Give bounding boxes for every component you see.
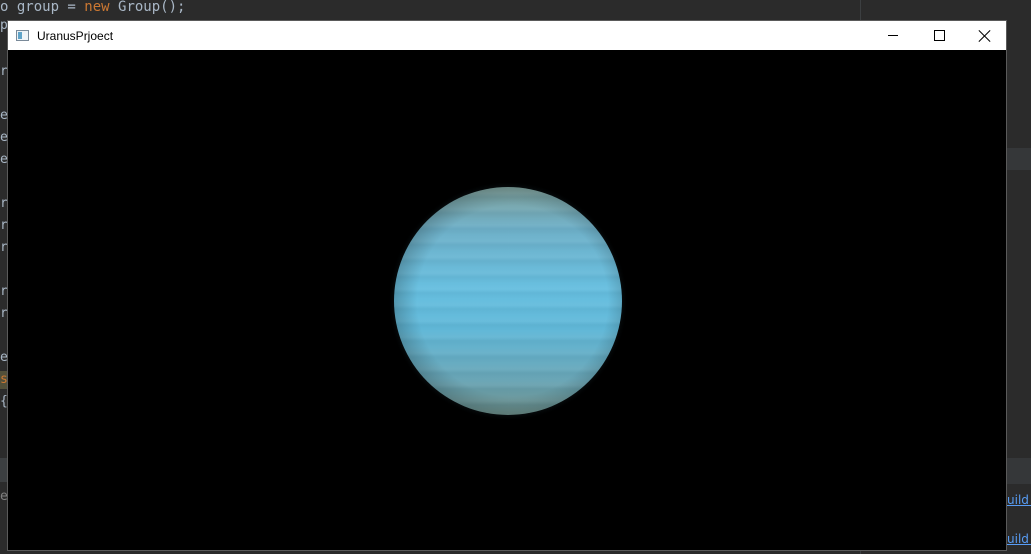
- build-link[interactable]: uild c: [1007, 531, 1031, 547]
- code-text: Group();: [109, 0, 186, 15]
- gutter-fragment: e: [0, 489, 7, 504]
- gutter-fragment: p: [0, 18, 7, 33]
- gutter-fragment: s: [0, 372, 7, 387]
- title-bar[interactable]: UranusPrjoect: [8, 21, 1006, 50]
- close-button[interactable]: [962, 21, 1008, 50]
- gutter-fragment: r: [0, 240, 7, 255]
- gutter-fragment: e: [0, 108, 7, 123]
- gutter-fragment: {: [0, 393, 7, 411]
- maximize-button[interactable]: [916, 21, 962, 50]
- gutter-fragment: e: [0, 152, 7, 167]
- gutter-fragment: r: [0, 306, 7, 321]
- window-title: UranusPrjoect: [37, 28, 114, 43]
- gutter-fragment: r: [0, 64, 7, 79]
- app-window: UranusPrjoect: [7, 20, 1007, 551]
- build-link[interactable]: uild c: [1007, 492, 1031, 508]
- gutter-fragment: e: [0, 350, 7, 365]
- 3d-scene-viewport[interactable]: [8, 50, 1006, 550]
- minimize-icon: [888, 35, 898, 36]
- gutter-fragment: r: [0, 196, 7, 211]
- gutter-fragment: r: [0, 284, 7, 299]
- gutter-fragment: e: [0, 130, 7, 145]
- side-panel-band: [1007, 148, 1031, 170]
- code-line: o group = new Group();: [0, 0, 185, 17]
- side-panel-band: [1007, 458, 1031, 484]
- app-window-icon: [16, 30, 29, 41]
- code-text: o group =: [0, 0, 85, 15]
- code-keyword: new: [84, 0, 110, 15]
- gutter-fragment: r: [0, 218, 7, 233]
- uranus-planet: [394, 187, 622, 415]
- minimize-button[interactable]: [870, 21, 916, 50]
- maximize-icon: [933, 30, 945, 41]
- close-icon: [979, 30, 991, 42]
